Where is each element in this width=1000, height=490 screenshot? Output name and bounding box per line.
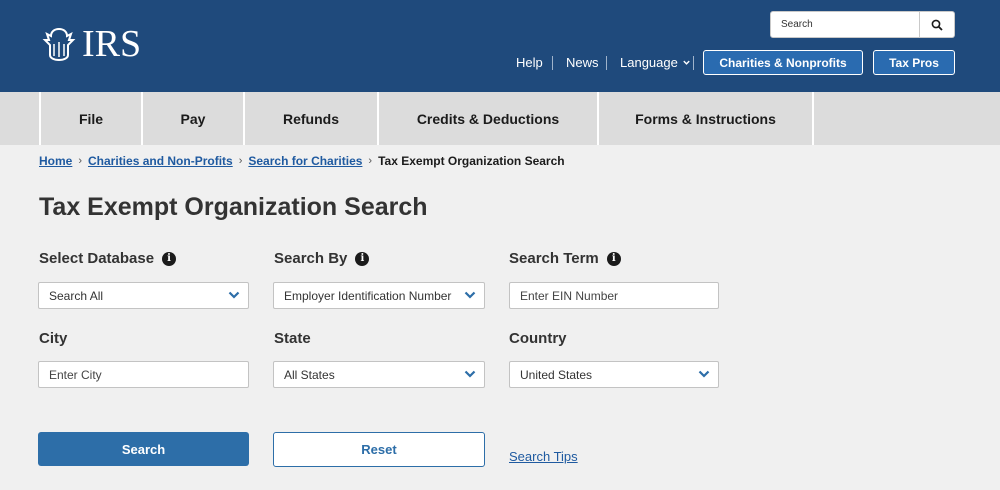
search-icon [931, 19, 943, 31]
chevron-right-icon: › [368, 155, 373, 167]
tab-pay[interactable]: Pay [141, 92, 243, 145]
chevron-down-icon [228, 291, 240, 299]
country-label: Country [509, 330, 567, 347]
chevron-right-icon: › [238, 155, 243, 167]
site-search-button[interactable] [920, 11, 955, 38]
database-select[interactable]: Search All [38, 282, 249, 309]
main-nav: File Pay Refunds Credits & Deductions Fo… [0, 92, 1000, 145]
info-icon[interactable]: i [355, 251, 370, 266]
tab-refunds[interactable]: Refunds [243, 92, 377, 145]
search-term-label: Search Term i [509, 250, 621, 267]
breadcrumb-charities[interactable]: Charities and Non-Profits [88, 154, 233, 168]
city-label: City [39, 330, 68, 347]
info-icon[interactable]: i [162, 251, 177, 266]
chevron-down-icon [464, 291, 476, 299]
site-header: IRS Help News Language Charities & Nonpr… [0, 0, 1000, 92]
search-by-select[interactable]: Employer Identification Number [273, 282, 485, 309]
state-select[interactable]: All States [273, 361, 485, 388]
language-dropdown[interactable]: Language [620, 50, 691, 75]
breadcrumb-search-charities[interactable]: Search for Charities [248, 154, 362, 168]
country-select-value: United States [520, 367, 593, 382]
language-label: Language [620, 55, 678, 70]
divider [552, 56, 553, 70]
help-link[interactable]: Help [516, 50, 543, 75]
state-select-value: All States [284, 367, 335, 382]
news-link[interactable]: News [566, 50, 599, 75]
search-term-input[interactable] [509, 282, 719, 309]
chevron-down-icon [683, 60, 690, 65]
charities-nonprofits-button[interactable]: Charities & Nonprofits [703, 50, 863, 75]
page-title: Tax Exempt Organization Search [39, 193, 428, 221]
tab-credits-deductions[interactable]: Credits & Deductions [377, 92, 597, 145]
search-button[interactable]: Search [38, 432, 249, 466]
city-input[interactable] [38, 361, 249, 388]
search-tips-link[interactable]: Search Tips [509, 449, 578, 464]
breadcrumb-current: Tax Exempt Organization Search [378, 154, 565, 168]
search-by-select-value: Employer Identification Number [284, 288, 452, 303]
database-label-text: Select Database [39, 250, 155, 267]
tab-file[interactable]: File [39, 92, 141, 145]
search-term-label-text: Search Term [509, 250, 599, 267]
database-label: Select Database i [39, 250, 177, 267]
breadcrumb: Home › Charities and Non-Profits › Searc… [39, 153, 565, 169]
state-label: State [274, 330, 311, 347]
tab-forms-instructions[interactable]: Forms & Instructions [597, 92, 814, 145]
country-select[interactable]: United States [509, 361, 719, 388]
search-by-label-text: Search By [274, 250, 348, 267]
reset-button[interactable]: Reset [273, 432, 485, 467]
search-by-label: Search By i [274, 250, 370, 267]
divider [606, 56, 607, 70]
breadcrumb-home[interactable]: Home [39, 154, 72, 168]
chevron-right-icon: › [78, 155, 83, 167]
site-search-input[interactable] [770, 11, 920, 38]
chevron-down-icon [698, 370, 710, 378]
divider [693, 56, 694, 70]
utility-nav: Help News Language Charities & Nonprofit… [0, 50, 1000, 75]
database-select-value: Search All [49, 288, 104, 303]
info-icon[interactable]: i [606, 251, 621, 266]
chevron-down-icon [464, 370, 476, 378]
tax-pros-button[interactable]: Tax Pros [873, 50, 955, 75]
